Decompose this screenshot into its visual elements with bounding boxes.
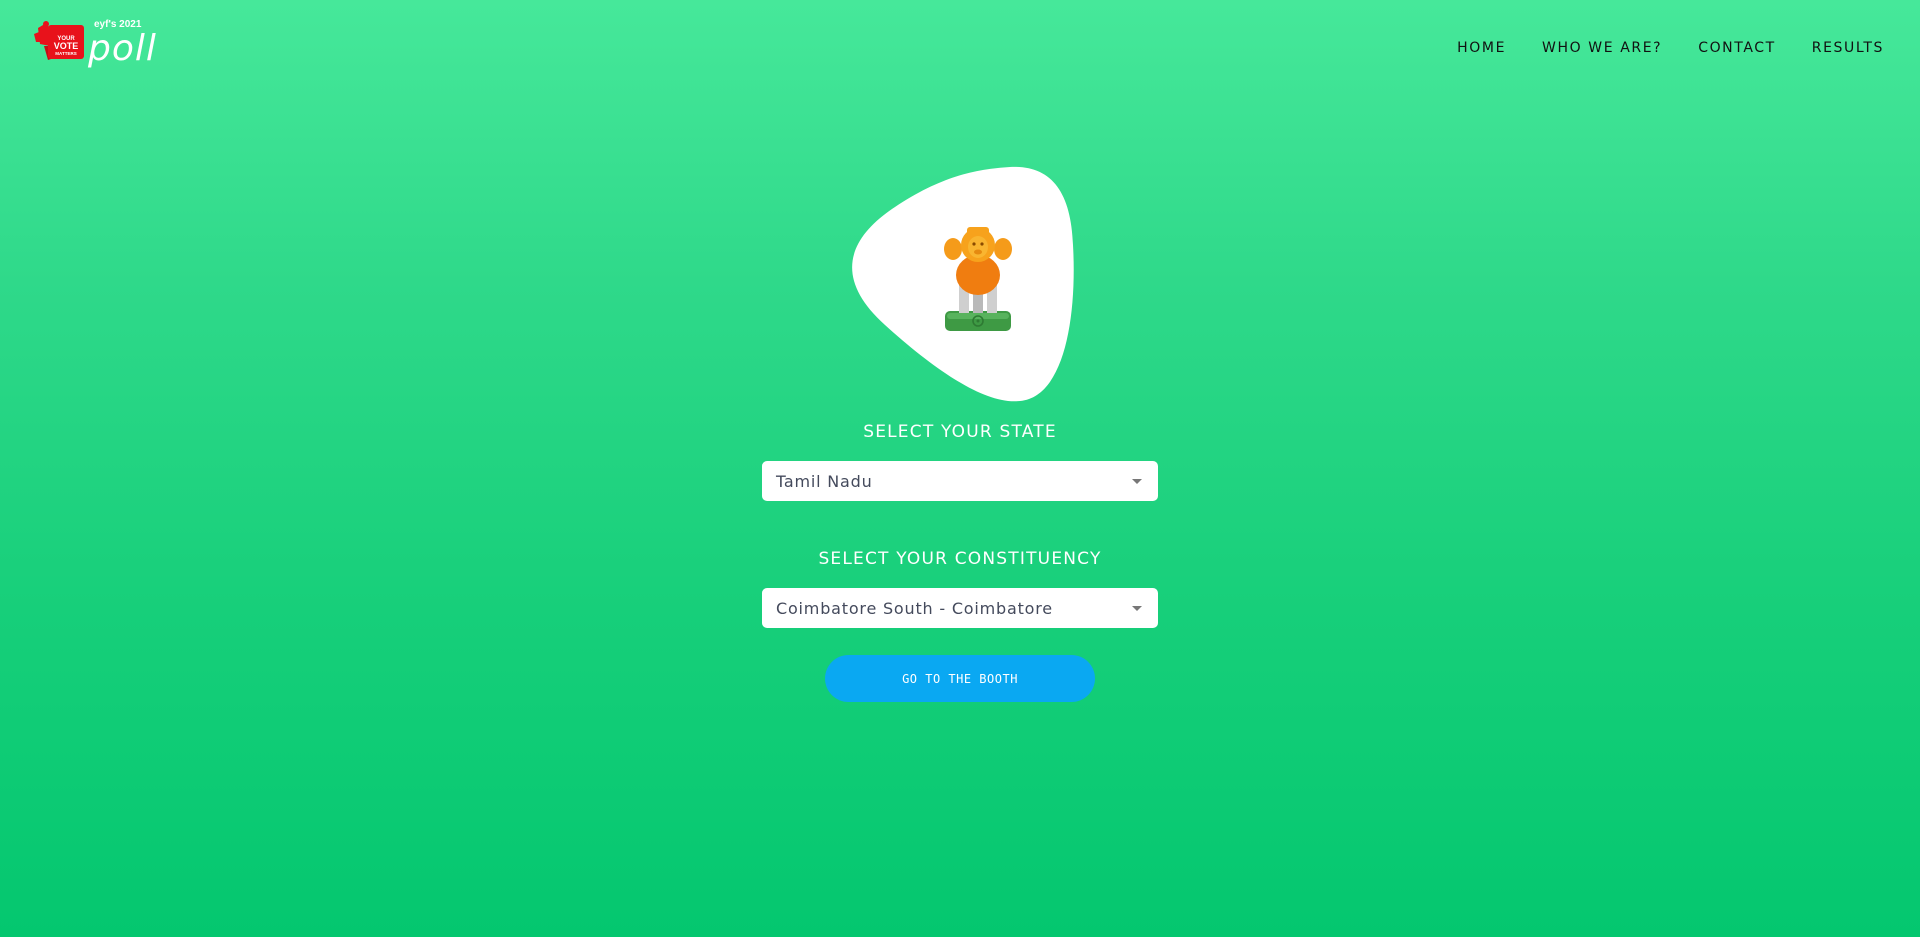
badge-line-3: MATTERS — [55, 51, 76, 56]
state-label: SELECT YOUR STATE — [863, 422, 1057, 442]
site-header: YOUR VOTE MATTERS eyf's 2021 poll HOME W… — [0, 0, 1920, 95]
chevron-down-icon — [1132, 478, 1142, 484]
chevron-down-icon — [1132, 605, 1142, 611]
nav-who-we-are[interactable]: WHO WE ARE? — [1542, 39, 1662, 57]
eyf-poll-logo[interactable]: YOUR VOTE MATTERS eyf's 2021 poll — [34, 16, 170, 72]
constituency-select-value: Coimbatore South - Coimbatore — [776, 598, 1053, 618]
state-select-value: Tamil Nadu — [776, 471, 873, 491]
constituency-label: SELECT YOUR CONSTITUENCY — [818, 549, 1102, 569]
constituency-select[interactable]: Coimbatore South - Coimbatore — [762, 588, 1158, 628]
badge-line-2: VOTE — [54, 41, 79, 51]
nav-contact[interactable]: CONTACT — [1698, 39, 1776, 57]
nav-home[interactable]: HOME — [1457, 39, 1506, 57]
state-select[interactable]: Tamil Nadu — [762, 461, 1158, 501]
logo-wordmark: poll — [87, 28, 157, 69]
nav-results[interactable]: RESULTS — [1812, 39, 1884, 57]
emblem-blob — [845, 165, 1075, 403]
main-nav: HOME WHO WE ARE? CONTACT RESULTS — [1421, 39, 1884, 57]
go-to-booth-button[interactable]: GO TO THE BOOTH — [825, 655, 1095, 702]
